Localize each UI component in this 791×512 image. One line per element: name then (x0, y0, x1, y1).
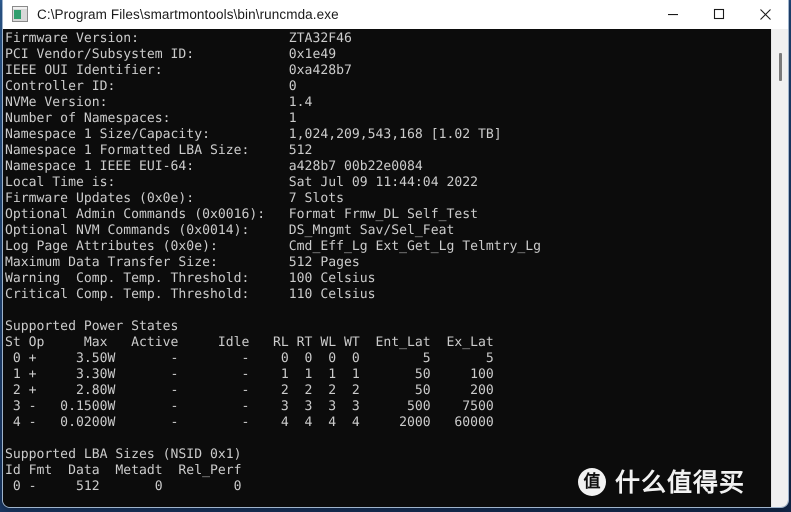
window-controls (650, 0, 788, 28)
maximize-icon (713, 8, 725, 20)
vertical-scrollbar[interactable] (771, 29, 788, 507)
console-text: Firmware Version: ZTA32F46 PCI Vendor/Su… (5, 31, 542, 494)
close-icon (759, 8, 771, 20)
close-button[interactable] (742, 0, 788, 28)
console-window-icon (12, 6, 28, 22)
terminal-area: Firmware Version: ZTA32F46 PCI Vendor/Su… (3, 29, 788, 507)
window-titlebar[interactable]: C:\Program Files\smartmontools\bin\runcm… (3, 0, 788, 29)
console-window: C:\Program Files\smartmontools\bin\runcm… (2, 0, 789, 508)
maximize-button[interactable] (696, 0, 742, 28)
minimize-button[interactable] (650, 0, 696, 28)
scrollbar-thumb[interactable] (779, 53, 782, 81)
terminal-output[interactable]: Firmware Version: ZTA32F46 PCI Vendor/Su… (3, 29, 771, 507)
minimize-icon (668, 14, 678, 16)
window-title: C:\Program Files\smartmontools\bin\runcm… (37, 6, 339, 22)
desktop-background: C:\Program Files\smartmontools\bin\runcm… (0, 0, 791, 512)
